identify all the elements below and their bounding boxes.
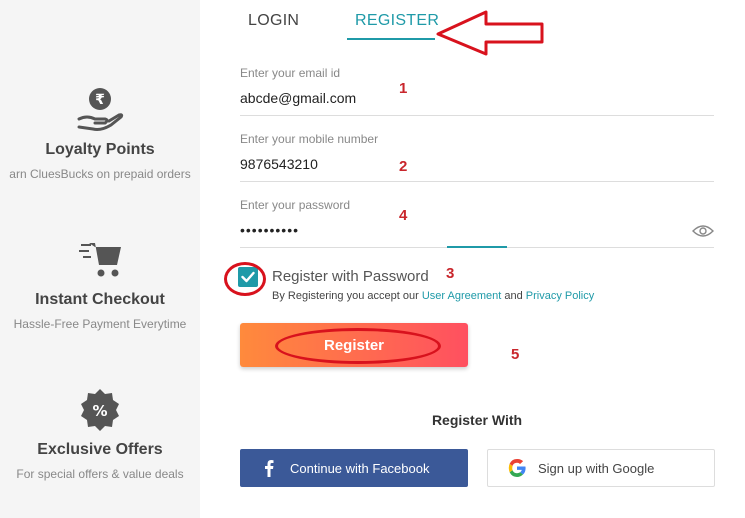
privacy-policy-link[interactable]: Privacy Policy	[526, 290, 594, 302]
annotation-3: 3	[446, 265, 455, 282]
active-tab-indicator	[347, 38, 435, 40]
tab-register[interactable]: REGISTER	[355, 12, 439, 30]
mobile-input[interactable]: 9876543210	[240, 156, 540, 172]
password-strength-bar	[447, 246, 507, 248]
feature-title: Instant Checkout	[35, 291, 165, 308]
annotation-circle-checkbox	[224, 262, 266, 296]
feature-title: Exclusive Offers	[37, 441, 163, 458]
annotation-circle-register	[275, 328, 441, 364]
rupee-hand-icon: ₹	[77, 88, 124, 131]
annotation-4: 4	[399, 207, 408, 224]
email-field[interactable]: Enter your email id abcde@gmail.com	[240, 66, 714, 116]
tab-login[interactable]: LOGIN	[248, 12, 299, 30]
email-label: Enter your email id	[240, 66, 341, 80]
show-password-eye-icon[interactable]	[692, 224, 714, 238]
percent-badge-icon: %	[81, 389, 119, 431]
google-button-label: Sign up with Google	[538, 460, 655, 476]
terms-text: By Registering you accept our User Agree…	[272, 290, 594, 302]
terms-and: and	[504, 290, 523, 302]
google-button[interactable]: Sign up with Google	[487, 449, 715, 487]
feature-title: Loyalty Points	[45, 141, 155, 158]
feature-exclusive-offers: % Exclusive Offers For special offers & …	[0, 385, 200, 481]
facebook-button[interactable]: Continue with Facebook	[240, 449, 468, 487]
svg-text:%: %	[92, 402, 107, 420]
register-with-password-label[interactable]: Register with Password	[272, 268, 429, 285]
user-agreement-link[interactable]: User Agreement	[422, 290, 501, 302]
mobile-field[interactable]: Enter your mobile number 9876543210	[240, 132, 714, 182]
feature-instant-checkout: Instant Checkout Hassle-Free Payment Eve…	[0, 235, 200, 331]
feature-subtitle: For special offers & value deals	[16, 467, 184, 481]
svg-text:₹: ₹	[95, 92, 105, 108]
password-input[interactable]: ••••••••••	[240, 222, 540, 238]
email-input[interactable]: abcde@gmail.com	[240, 90, 540, 106]
facebook-icon	[265, 460, 274, 477]
feature-loyalty-points: ₹ Loyalty Points arn CluesBucks on prepa…	[0, 85, 200, 181]
cart-icon	[79, 243, 121, 277]
password-label: Enter your password	[240, 198, 351, 212]
benefits-sidebar: ₹ Loyalty Points arn CluesBucks on prepa…	[0, 0, 200, 518]
annotation-1: 1	[399, 80, 408, 97]
terms-prefix: By Registering you accept our	[272, 290, 419, 302]
feature-subtitle: Hassle-Free Payment Everytime	[13, 317, 187, 331]
mobile-label: Enter your mobile number	[240, 132, 379, 146]
facebook-button-label: Continue with Facebook	[290, 460, 430, 476]
register-with-heading: Register With	[431, 412, 523, 428]
annotation-5: 5	[511, 346, 520, 363]
feature-subtitle: arn CluesBucks on prepaid orders	[9, 167, 191, 181]
annotation-2: 2	[399, 158, 408, 175]
password-field[interactable]: Enter your password ••••••••••	[240, 198, 714, 248]
google-icon	[508, 459, 526, 477]
